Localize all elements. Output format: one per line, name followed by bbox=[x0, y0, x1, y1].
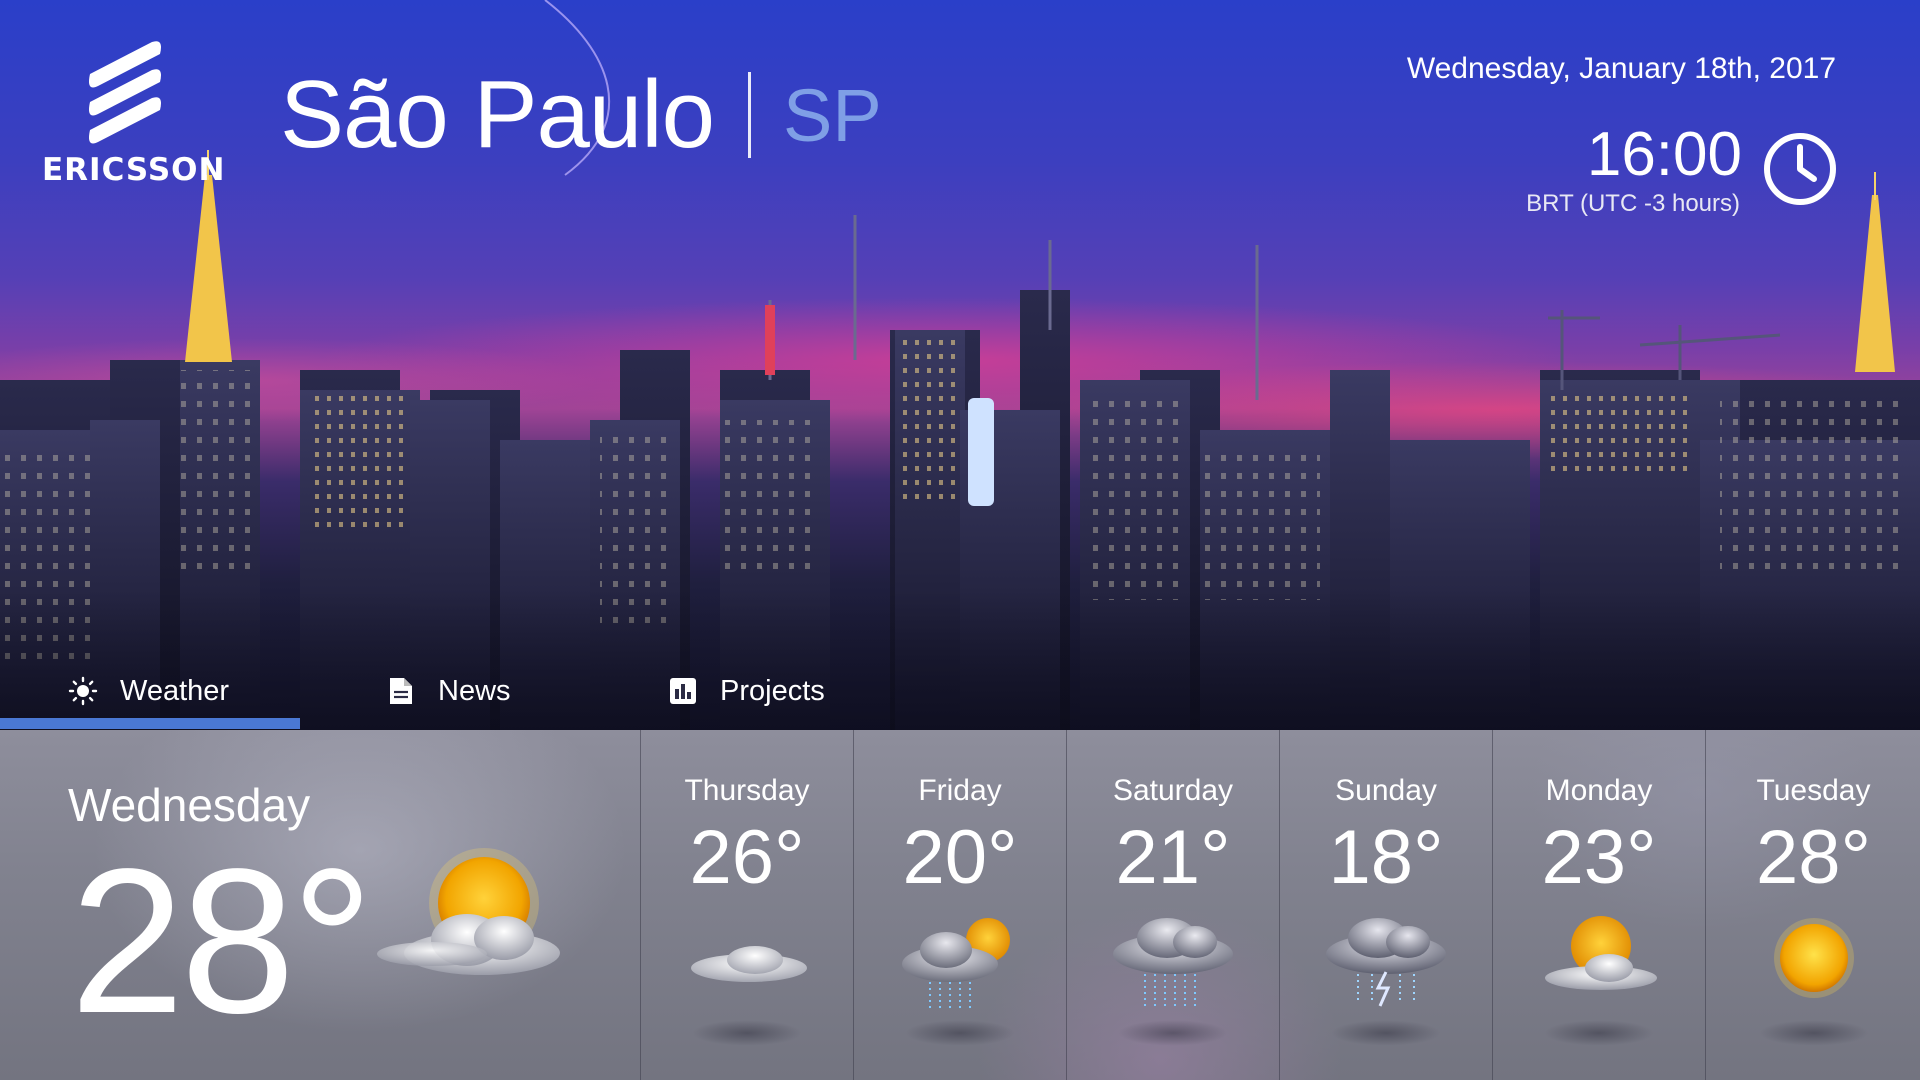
forecast-day-name: Saturday bbox=[1112, 774, 1234, 807]
today-day: Wednesday bbox=[68, 779, 311, 831]
partly-cloudy-icon bbox=[1545, 916, 1657, 990]
forecast-day[interactable]: Sunday 18° bbox=[1279, 730, 1492, 1080]
forecast-icon-shadow bbox=[1331, 1020, 1441, 1046]
forecast-icon-shadow bbox=[1758, 1020, 1869, 1046]
forecast-day-name: Tuesday bbox=[1756, 774, 1871, 807]
today-temperature: 28° bbox=[70, 826, 374, 1056]
bar-chart-icon bbox=[668, 676, 698, 706]
sun-rain-icon bbox=[902, 918, 1010, 1008]
thunderstorm-icon bbox=[1326, 918, 1446, 1007]
forecast-day[interactable]: Friday 20° bbox=[853, 730, 1066, 1080]
timezone-label: BRT (UTC -3 hours) bbox=[1526, 190, 1740, 217]
forecast-day-name: Friday bbox=[918, 774, 1002, 807]
document-icon bbox=[386, 676, 416, 706]
forecast-icon-shadow bbox=[692, 1020, 802, 1046]
clock-icon bbox=[1764, 133, 1836, 205]
tab-projects-label: Projects bbox=[720, 674, 825, 707]
forecast-icon-shadow bbox=[905, 1020, 1015, 1046]
forecast-day-name: Monday bbox=[1545, 774, 1653, 807]
forecast-icon-shadow bbox=[1544, 1020, 1654, 1046]
forecast-day[interactable]: Tuesday 28° bbox=[1705, 730, 1920, 1080]
partly-cloudy-icon bbox=[377, 848, 560, 975]
city-state: SP bbox=[783, 73, 882, 157]
city-name: São Paulo bbox=[280, 61, 715, 168]
forecast-panel: Wednesday 28° Thursday 26° Friday 20° Sa… bbox=[0, 730, 1920, 1080]
forecast-day-temp: 26° bbox=[689, 815, 805, 900]
current-date: Wednesday, January 18th, 2017 bbox=[1406, 52, 1836, 85]
tab-news-label: News bbox=[438, 674, 511, 707]
ericsson-logo[interactable]: ERICSSON bbox=[42, 40, 226, 190]
city-title: São Paulo SP bbox=[280, 60, 882, 170]
tab-news[interactable]: News bbox=[386, 652, 511, 730]
brand-name: ERICSSON bbox=[42, 152, 226, 188]
today-forecast[interactable]: Wednesday 28° bbox=[0, 730, 640, 1080]
forecast-day-temp: 21° bbox=[1115, 815, 1231, 900]
forecast-day-temp: 28° bbox=[1756, 815, 1871, 900]
forecast-day-temp: 18° bbox=[1328, 815, 1444, 900]
tab-weather-label: Weather bbox=[120, 674, 230, 707]
forecast-day-temp: 23° bbox=[1541, 815, 1657, 900]
forecast-day[interactable]: Saturday 21° bbox=[1066, 730, 1279, 1080]
tab-projects[interactable]: Projects bbox=[668, 652, 825, 730]
forecast-day[interactable]: Monday 23° bbox=[1492, 730, 1705, 1080]
rain-icon bbox=[1113, 918, 1233, 1006]
sun-icon bbox=[68, 676, 98, 706]
forecast-icon-shadow bbox=[1118, 1020, 1228, 1046]
ericsson-logo-icon bbox=[89, 41, 161, 144]
forecast-day-name: Sunday bbox=[1335, 774, 1437, 807]
current-time: 16:00 bbox=[1586, 120, 1742, 189]
sun-icon bbox=[1773, 918, 1854, 998]
forecast-day-name: Thursday bbox=[684, 774, 810, 807]
cloud-icon bbox=[691, 946, 807, 982]
forecast-day[interactable]: Thursday 26° bbox=[640, 730, 853, 1080]
active-tab-indicator bbox=[0, 718, 300, 729]
city-divider bbox=[748, 72, 752, 158]
forecast-day-temp: 20° bbox=[902, 815, 1018, 900]
